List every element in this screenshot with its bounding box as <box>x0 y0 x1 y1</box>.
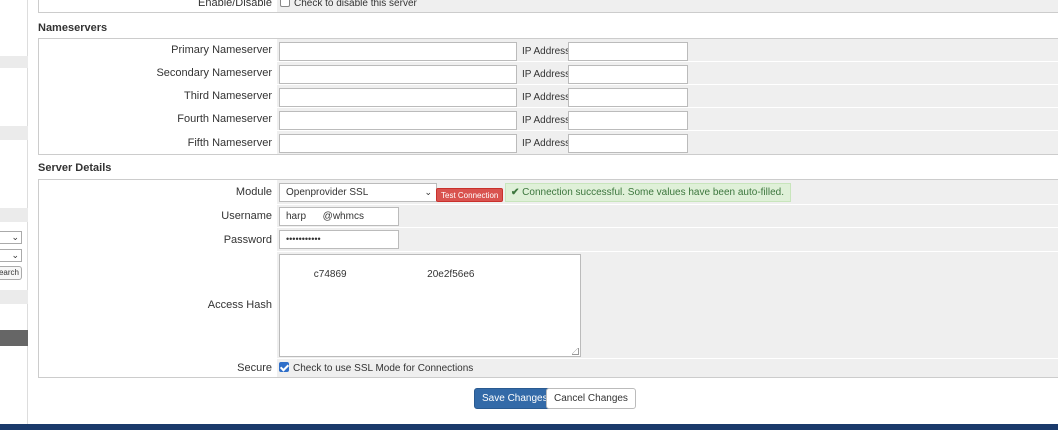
fourth-nameserver-input[interactable] <box>279 111 517 130</box>
nameservers-panel: Primary Nameserver IP Address: Secondary… <box>38 38 1058 155</box>
access-hash-value: c74869 20e2f56e6 <box>313 269 475 280</box>
module-label: Module <box>39 180 277 204</box>
ip-address-label: IP Address: <box>522 92 573 103</box>
left-sidebar: ⌄ ⌄ Search <box>0 0 28 430</box>
test-connection-button[interactable]: Test Connection <box>436 188 504 202</box>
nameserver-label: Fourth Nameserver <box>39 108 277 130</box>
disable-server-checkbox[interactable] <box>280 0 290 7</box>
disable-server-text: Check to disable this server <box>294 0 417 9</box>
fifth-ip-input[interactable] <box>568 134 688 153</box>
sidebar-band <box>0 126 28 140</box>
check-icon: ✔ <box>511 187 520 198</box>
resize-grip-icon[interactable] <box>572 348 579 355</box>
nameserver-label: Primary Nameserver <box>39 39 277 61</box>
connection-success-alert: ✔ Connection successful. Some values hav… <box>505 183 791 202</box>
sidebar-band <box>0 208 28 222</box>
nameserver-row: Primary Nameserver IP Address: <box>39 39 1058 62</box>
secure-label: Secure <box>39 359 277 377</box>
secure-text: Check to use SSL Mode for Connections <box>293 363 474 374</box>
password-row: Password ••••••••••• <box>39 228 1058 252</box>
module-select[interactable]: Openprovider SSL ⌄ <box>279 183 437 202</box>
fifth-nameserver-input[interactable] <box>279 134 517 153</box>
enable-field: Check to disable this server <box>277 0 1058 12</box>
secure-row: Secure Check to use SSL Mode for Connect… <box>39 359 1058 377</box>
nameserver-row: Fifth Nameserver IP Address: <box>39 131 1058 154</box>
ip-address-label: IP Address: <box>522 115 573 126</box>
enable-panel: Enable/Disable Check to disable this ser… <box>38 0 1058 13</box>
nameserver-label: Third Nameserver <box>39 85 277 107</box>
sidebar-band <box>0 290 28 304</box>
sidebar-active-item[interactable] <box>0 330 28 346</box>
sidebar-band <box>0 56 28 68</box>
username-row: Username harp @whmcs <box>39 205 1058 228</box>
ip-address-label: IP Address: <box>522 138 573 149</box>
module-row: Module Openprovider SSL ⌄ Test Connectio… <box>39 180 1058 205</box>
third-nameserver-input[interactable] <box>279 88 517 107</box>
access-hash-textarea[interactable]: c74869 20e2f56e6 <box>279 254 581 357</box>
enable-label: Enable/Disable <box>39 0 277 12</box>
save-changes-button[interactable]: Save Changes <box>474 388 556 409</box>
username-label: Username <box>39 205 277 227</box>
cancel-changes-button[interactable]: Cancel Changes <box>546 388 636 409</box>
server-details-panel: Module Openprovider SSL ⌄ Test Connectio… <box>38 179 1058 378</box>
nameserver-row: Secondary Nameserver IP Address: <box>39 62 1058 85</box>
access-hash-row: Access Hash c74869 20e2f56e6 <box>39 252 1058 359</box>
server-details-title: Server Details <box>38 162 112 174</box>
chevron-down-icon: ⌄ <box>424 187 432 197</box>
primary-ip-input[interactable] <box>568 42 688 61</box>
secondary-nameserver-input[interactable] <box>279 65 517 84</box>
nameserver-row: Third Nameserver IP Address: <box>39 85 1058 108</box>
access-hash-label: Access Hash <box>39 252 277 358</box>
footer-bar <box>0 424 1058 430</box>
nameserver-label: Secondary Nameserver <box>39 62 277 84</box>
sidebar-select-1[interactable]: ⌄ <box>0 231 22 244</box>
fourth-ip-input[interactable] <box>568 111 688 130</box>
primary-nameserver-input[interactable] <box>279 42 517 61</box>
nameservers-title: Nameservers <box>38 22 108 34</box>
nameserver-label: Fifth Nameserver <box>39 131 277 154</box>
password-input[interactable]: ••••••••••• <box>279 230 399 249</box>
secondary-ip-input[interactable] <box>568 65 688 84</box>
sidebar-select-2[interactable]: ⌄ <box>0 249 22 262</box>
third-ip-input[interactable] <box>568 88 688 107</box>
ip-address-label: IP Address: <box>522 69 573 80</box>
sidebar-search-button[interactable]: Search <box>0 266 22 280</box>
module-value: Openprovider SSL <box>286 187 369 198</box>
secure-checkbox[interactable] <box>279 362 289 372</box>
ip-address-label: IP Address: <box>522 46 573 57</box>
username-input[interactable]: harp @whmcs <box>279 207 399 226</box>
nameserver-row: Fourth Nameserver IP Address: <box>39 108 1058 131</box>
password-label: Password <box>39 228 277 251</box>
success-message: Connection successful. Some values have … <box>522 187 784 198</box>
